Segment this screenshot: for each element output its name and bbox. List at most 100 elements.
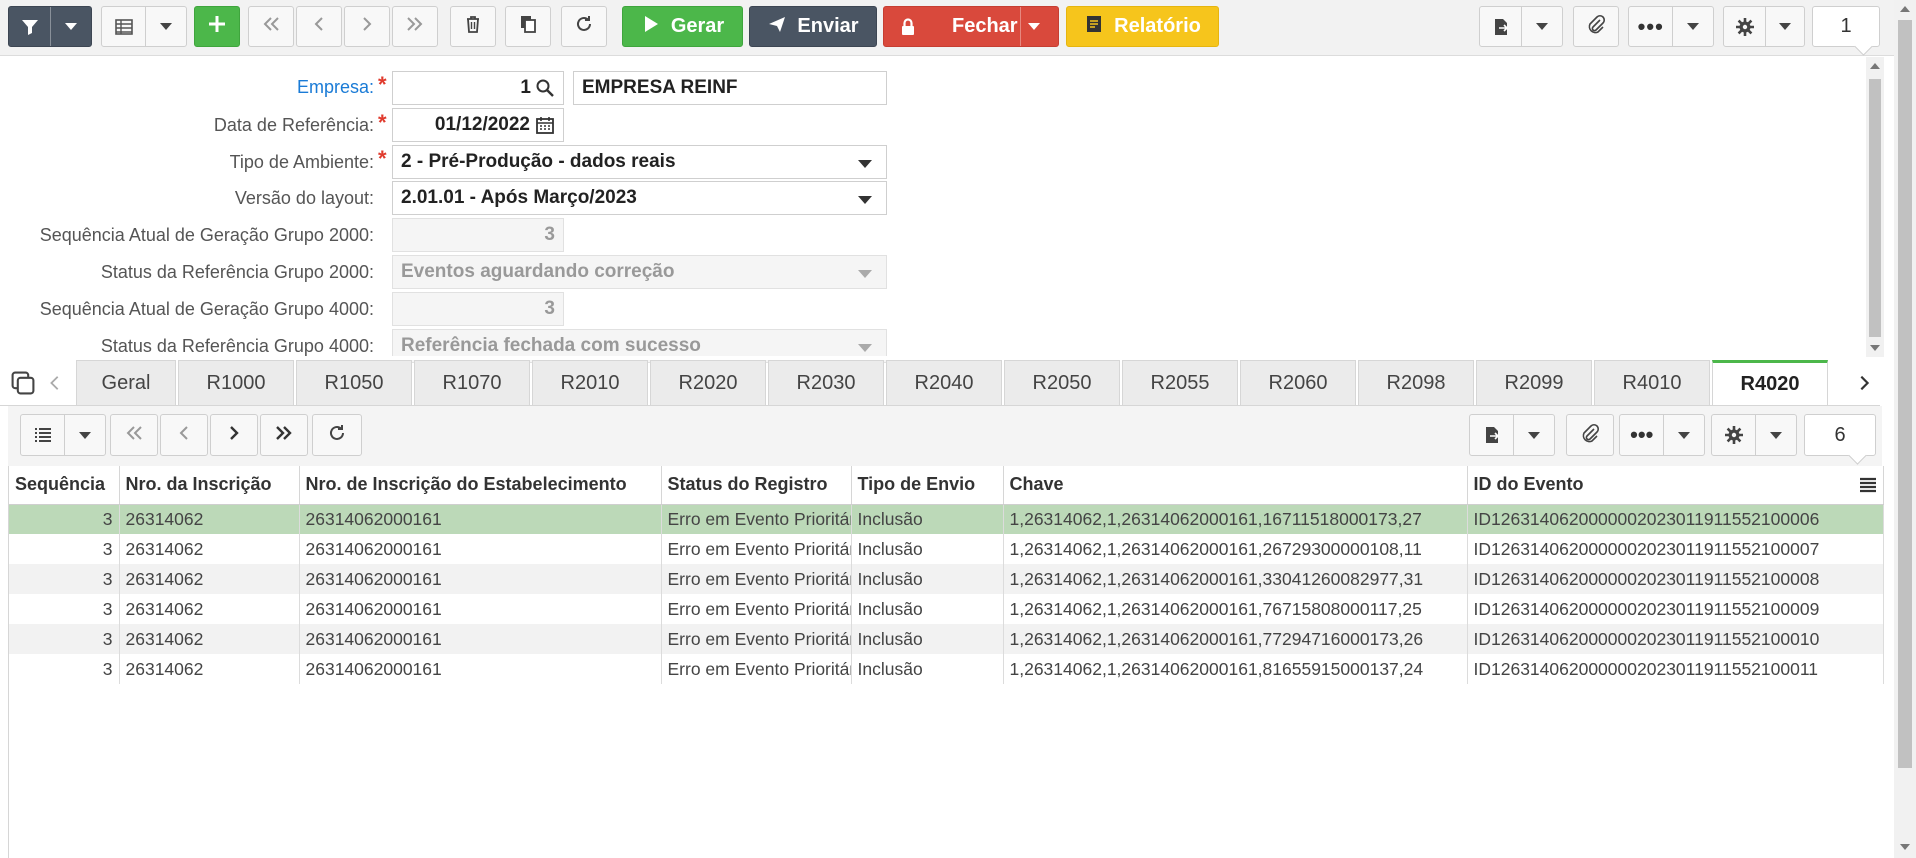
grid-attachment-button[interactable] <box>1566 414 1614 456</box>
tab-r2060[interactable]: R2060 <box>1240 360 1356 406</box>
last-record-button[interactable] <box>392 6 438 47</box>
chevron-down-icon[interactable] <box>1664 431 1704 439</box>
calendar-icon[interactable] <box>535 115 555 135</box>
export-button[interactable] <box>1479 6 1563 47</box>
grid-previous-button[interactable] <box>160 414 208 456</box>
scrollbar-thumb[interactable] <box>1869 79 1881 337</box>
data-referencia-field[interactable]: 01/12/2022 <box>392 108 564 142</box>
scroll-down-icon[interactable] <box>1870 345 1880 351</box>
column-header[interactable]: ID do Evento <box>1467 466 1884 505</box>
grid-toolbar: ••• 6 <box>8 406 1882 466</box>
previous-record-button[interactable] <box>296 6 342 47</box>
grid-export-button[interactable] <box>1469 414 1555 456</box>
required-marker: * <box>378 110 387 135</box>
table-cell: 1,26314062,1,26314062000161,767158080001… <box>1003 594 1468 624</box>
gerar-button[interactable]: Gerar <box>622 6 743 47</box>
page-scrollbar[interactable] <box>1894 0 1916 858</box>
enviar-button[interactable]: Enviar <box>749 6 877 47</box>
chevron-down-icon[interactable] <box>1673 23 1713 30</box>
first-record-button[interactable] <box>248 6 294 47</box>
chevron-left-icon[interactable] <box>46 372 64 399</box>
column-header[interactable]: Sequência <box>9 466 120 505</box>
chevron-right-icon[interactable] <box>1855 372 1873 399</box>
filter-button[interactable] <box>8 6 92 47</box>
view-mode-button[interactable] <box>101 6 187 47</box>
grid-refresh-button[interactable] <box>312 414 362 456</box>
column-header[interactable]: Tipo de Envio <box>851 466 1004 505</box>
chevron-down-icon[interactable] <box>1514 431 1554 439</box>
refresh-button[interactable] <box>561 6 607 47</box>
tab-r2030[interactable]: R2030 <box>768 360 884 406</box>
table-row[interactable]: 3 26314062 26314062000161 Erro em Evento Pr… <box>9 594 1884 624</box>
chevron-down-icon[interactable] <box>146 23 186 30</box>
table-row[interactable]: 3 26314062 26314062000161 Erro em Evento Pr… <box>9 504 1884 534</box>
tab-r2098[interactable]: R2098 <box>1358 360 1474 406</box>
grid-next-button[interactable] <box>210 414 258 456</box>
status-2000-label: Status da Referência Grupo 2000: <box>100 262 374 282</box>
settings-button[interactable] <box>1723 6 1805 47</box>
tab-r4020[interactable]: R4020 <box>1712 360 1828 406</box>
copy-tabs-icon[interactable] <box>10 370 36 401</box>
versao-layout-select[interactable]: 2.01.01 - Após Março/2023 <box>392 181 887 215</box>
table-cell: 3 <box>9 624 120 654</box>
tab-r1000[interactable]: R1000 <box>178 360 294 406</box>
empresa-label[interactable]: Empresa: <box>297 77 374 98</box>
grid-page-input[interactable]: 6 <box>1804 414 1876 456</box>
chevron-down-icon[interactable] <box>1766 23 1804 30</box>
search-icon[interactable] <box>535 78 555 98</box>
grid-more-options-button[interactable]: ••• <box>1619 414 1705 456</box>
form-scrollbar[interactable] <box>1866 57 1884 357</box>
page-scrollbar-thumb[interactable] <box>1898 20 1912 768</box>
table-cell: ID1263140620000002023011911552100006 <box>1467 504 1884 534</box>
table-row[interactable]: 3 26314062 26314062000161 Erro em Evento Pr… <box>9 624 1884 654</box>
column-header[interactable]: Nro. da Inscrição <box>119 466 300 505</box>
more-options-button[interactable]: ••• <box>1628 6 1714 47</box>
fechar-button[interactable]: Fechar <box>883 6 1059 47</box>
table-cell: 26314062 <box>119 534 300 564</box>
chevron-down-icon[interactable] <box>1756 431 1796 439</box>
attachment-button[interactable] <box>1573 6 1619 47</box>
chevron-down-icon[interactable] <box>1522 23 1562 30</box>
empresa-code-field[interactable]: 1 <box>392 71 564 105</box>
column-header[interactable]: Nro. de Inscrição do Estabelecimento <box>299 466 662 505</box>
table-row[interactable]: 3 26314062 26314062000161 Erro em Evento Pr… <box>9 654 1884 684</box>
grid-last-button[interactable] <box>260 414 308 456</box>
scroll-down-icon[interactable] <box>1900 844 1910 850</box>
seq-4000-field: 3 <box>392 292 564 326</box>
chevron-down-icon[interactable] <box>1028 23 1040 30</box>
tab-r1070[interactable]: R1070 <box>414 360 530 406</box>
tipo-ambiente-select[interactable]: 2 - Pré-Produção - dados reais <box>392 145 887 179</box>
grid-view-button[interactable] <box>20 414 106 456</box>
tab-r2099[interactable]: R2099 <box>1476 360 1592 406</box>
scroll-up-icon[interactable] <box>1870 63 1880 69</box>
tab-r2055[interactable]: R2055 <box>1122 360 1238 406</box>
tab-r1050[interactable]: R1050 <box>296 360 412 406</box>
grid-settings-button[interactable] <box>1711 414 1797 456</box>
status-2000-select: Eventos aguardando correção <box>392 255 887 289</box>
chevron-down-icon[interactable] <box>65 431 105 439</box>
add-button[interactable] <box>194 6 240 47</box>
tab-r2020[interactable]: R2020 <box>650 360 766 406</box>
scroll-up-icon[interactable] <box>1900 6 1910 12</box>
table-cell: 1,26314062,1,26314062000161,330412600829… <box>1003 564 1468 594</box>
chevron-down-icon[interactable] <box>51 23 91 30</box>
tab-r2040[interactable]: R2040 <box>886 360 1002 406</box>
duplicate-button[interactable] <box>505 6 551 47</box>
delete-button[interactable] <box>450 6 496 47</box>
tab-r2010[interactable]: R2010 <box>532 360 648 406</box>
tab-r2050[interactable]: R2050 <box>1004 360 1120 406</box>
tab-geral[interactable]: Geral <box>76 360 176 406</box>
relatorio-button[interactable]: Relatório <box>1066 6 1219 47</box>
empresa-name-field: EMPRESA REINF <box>573 71 887 105</box>
tab-r4010[interactable]: R4010 <box>1594 360 1710 406</box>
record-page-input[interactable]: 1 <box>1812 6 1880 47</box>
versao-layout-label: Versão do layout: <box>234 188 374 208</box>
column-menu-icon[interactable] <box>1854 466 1882 504</box>
lock-icon <box>898 17 918 37</box>
column-header[interactable]: Chave <box>1003 466 1468 505</box>
grid-first-button[interactable] <box>110 414 158 456</box>
next-record-button[interactable] <box>344 6 390 47</box>
table-row[interactable]: 3 26314062 26314062000161 Erro em Evento Pr… <box>9 534 1884 564</box>
column-header[interactable]: Status do Registro <box>661 466 852 505</box>
table-row[interactable]: 3 26314062 26314062000161 Erro em Evento Pr… <box>9 564 1884 594</box>
